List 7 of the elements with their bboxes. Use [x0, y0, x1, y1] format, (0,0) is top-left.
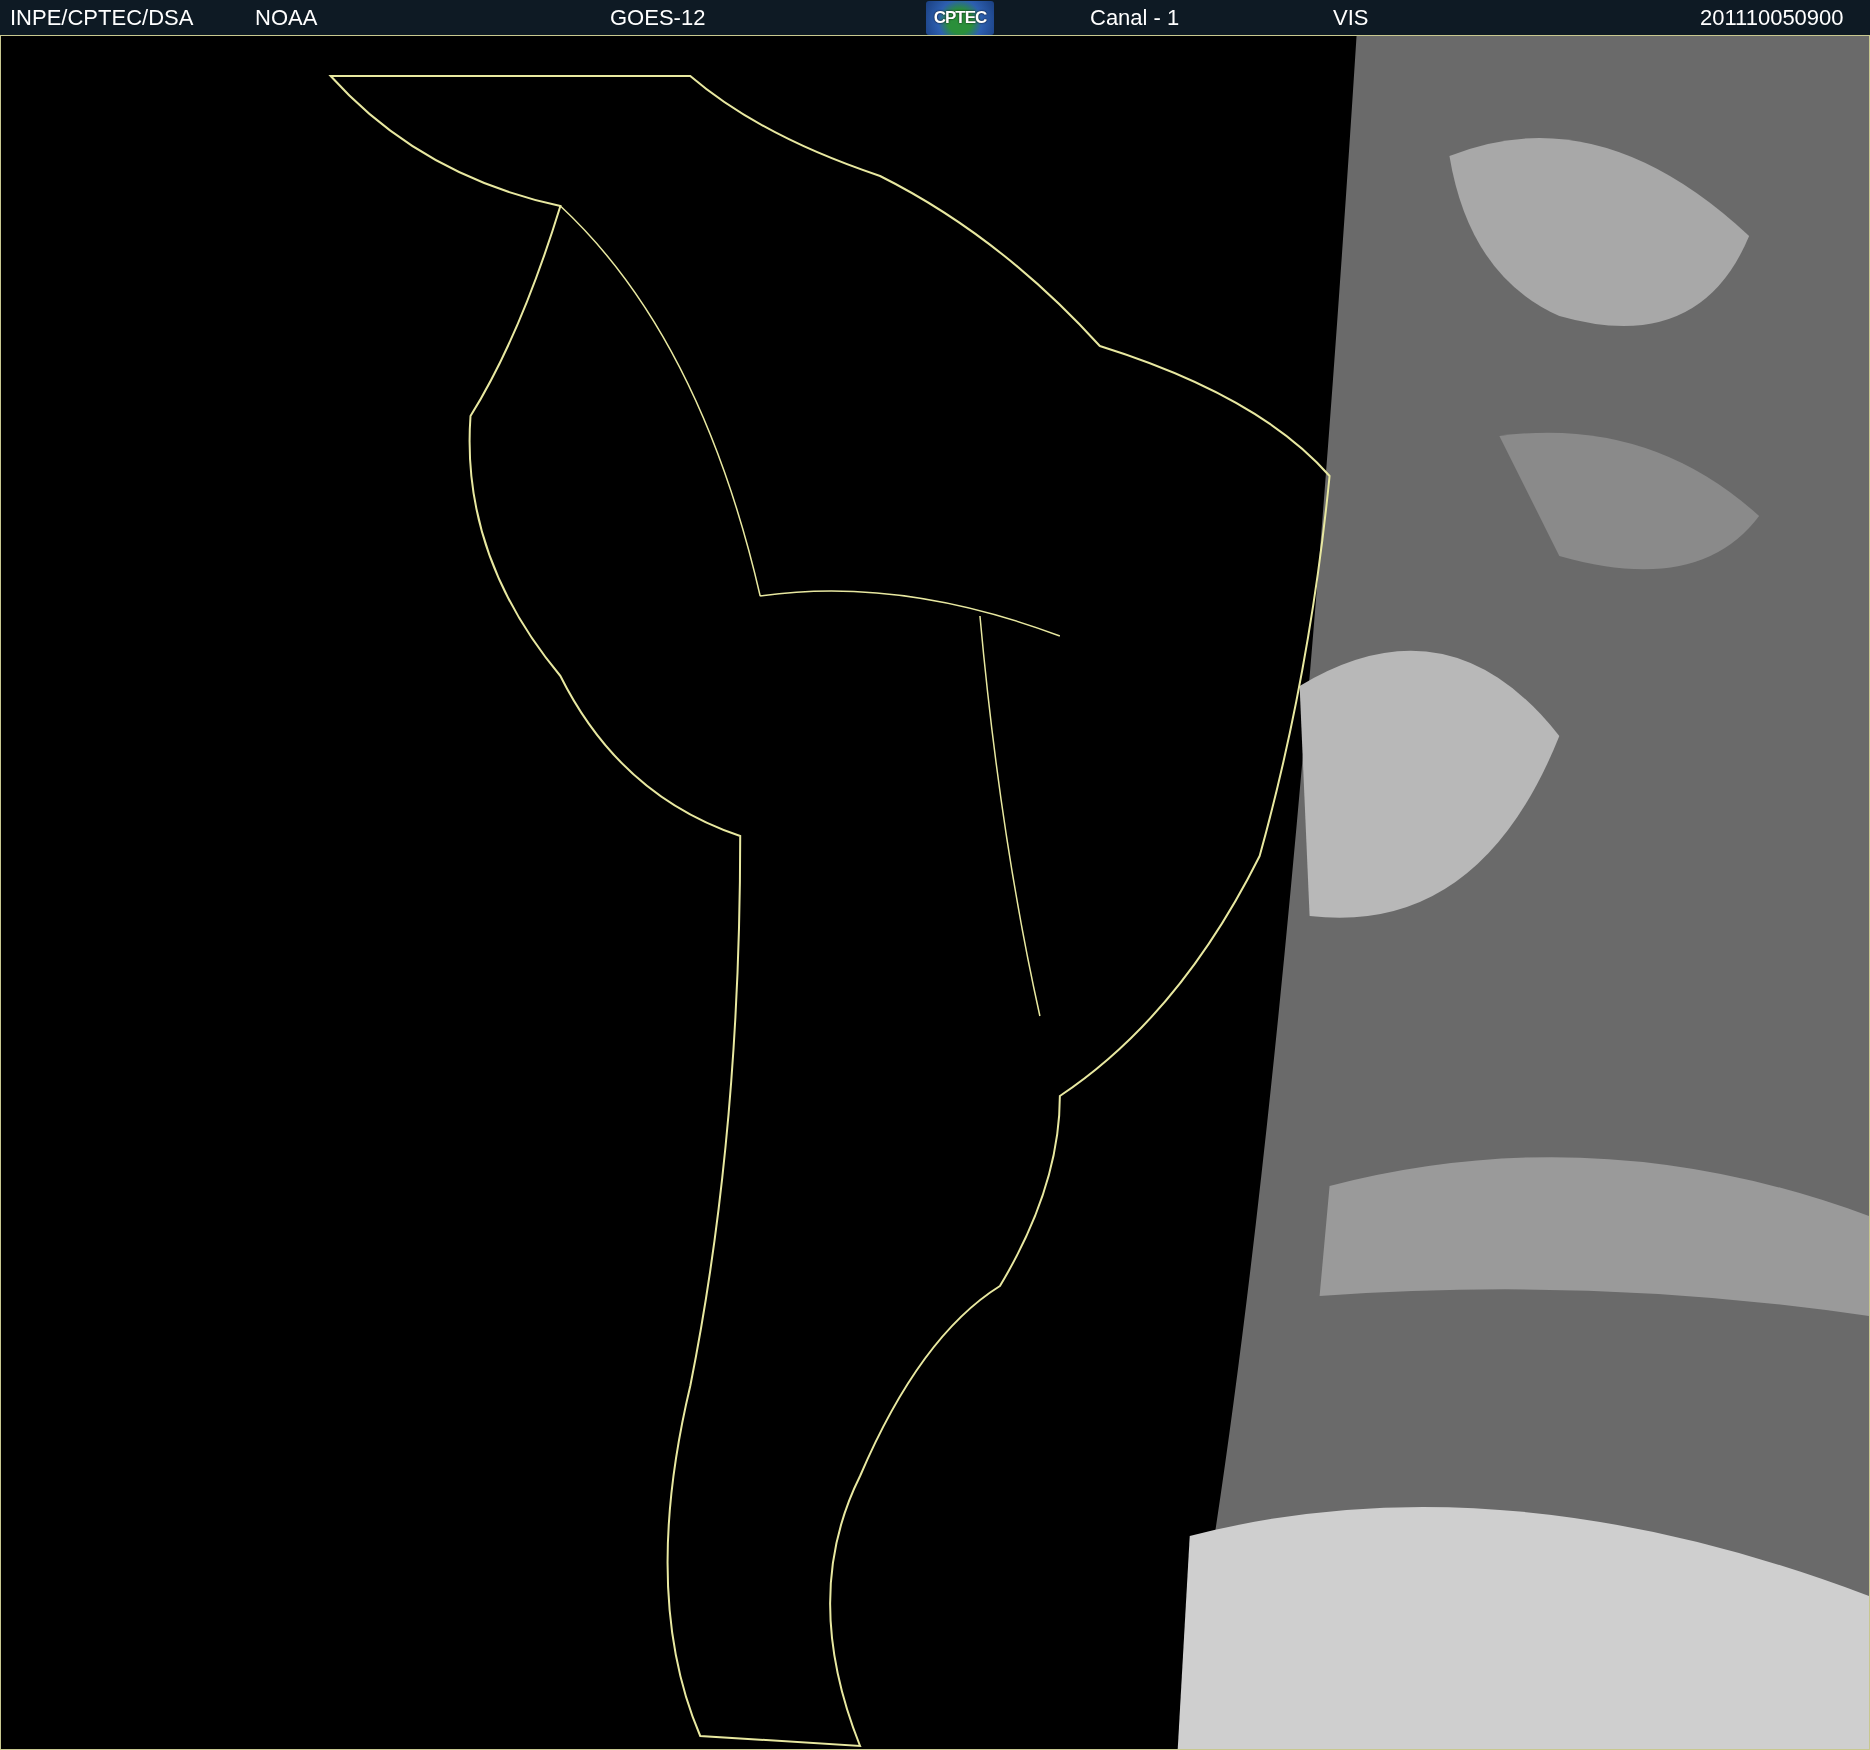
header-label: NOAA — [255, 4, 318, 31]
header-label: INPE/CPTEC/DSA — [10, 4, 194, 31]
header-label: Canal - 1 — [1090, 4, 1180, 31]
header-label: VIS — [1333, 4, 1369, 31]
header-label: GOES-12 — [610, 4, 706, 31]
cptec-logo: CPTEC — [926, 0, 994, 35]
header-label: 201110050900 — [1700, 4, 1844, 31]
